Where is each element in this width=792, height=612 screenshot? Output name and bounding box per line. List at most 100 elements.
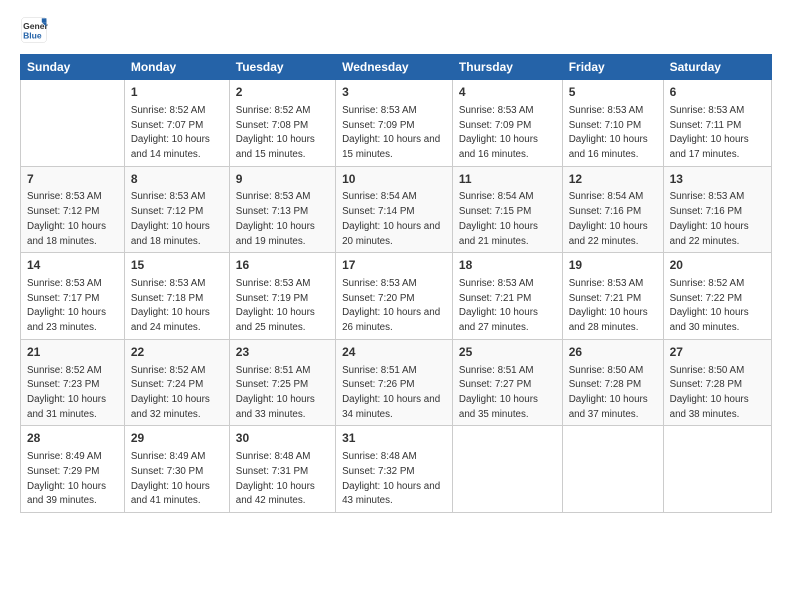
date-number: 27: [670, 344, 765, 361]
calendar-cell: 1Sunrise: 8:52 AMSunset: 7:07 PMDaylight…: [124, 80, 229, 167]
date-number: 21: [27, 344, 118, 361]
calendar-cell: 28 Sunrise: 8:49 AMSunset: 7:29 PMDayligh…: [21, 426, 125, 513]
cell-info: Sunrise: 8:52 AMSunset: 7:23 PMDaylight:…: [27, 365, 106, 420]
calendar-cell: 27 Sunrise: 8:50 AMSunset: 7:28 PMDayligh…: [663, 339, 771, 426]
week-row-3: 14 Sunrise: 8:53 AMSunset: 7:17 PMDayligh…: [21, 253, 772, 340]
date-number: 31: [342, 430, 446, 447]
week-row-5: 28 Sunrise: 8:49 AMSunset: 7:29 PMDayligh…: [21, 426, 772, 513]
cell-info: Sunrise: 8:53 AMSunset: 7:21 PMDaylight:…: [459, 278, 538, 333]
cell-info: Sunrise: 8:53 AMSunset: 7:12 PMDaylight:…: [131, 191, 210, 246]
cell-info: Sunrise: 8:53 AMSunset: 7:12 PMDaylight:…: [27, 191, 106, 246]
calendar-cell: 12 Sunrise: 8:54 AMSunset: 7:16 PMDayligh…: [562, 166, 663, 253]
calendar-cell: 31 Sunrise: 8:48 AMSunset: 7:32 PMDayligh…: [336, 426, 453, 513]
calendar-cell: 13Sunrise: 8:53 AMSunset: 7:16 PMDayligh…: [663, 166, 771, 253]
cell-info: Sunrise: 8:54 AMSunset: 7:16 PMDaylight:…: [569, 191, 648, 246]
week-row-1: 1Sunrise: 8:52 AMSunset: 7:07 PMDaylight…: [21, 80, 772, 167]
date-number: 24: [342, 344, 446, 361]
cell-info: Sunrise: 8:54 AMSunset: 7:15 PMDaylight:…: [459, 191, 538, 246]
date-number: 7: [27, 171, 118, 188]
cell-info: Sunrise: 8:49 AMSunset: 7:30 PMDaylight:…: [131, 451, 210, 506]
calendar-cell: [562, 426, 663, 513]
calendar-cell: [21, 80, 125, 167]
calendar-cell: 5Sunrise: 8:53 AMSunset: 7:10 PMDaylight…: [562, 80, 663, 167]
cell-info: Sunrise: 8:52 AMSunset: 7:22 PMDaylight:…: [670, 278, 749, 333]
date-number: 2: [236, 84, 329, 101]
calendar-cell: 18 Sunrise: 8:53 AMSunset: 7:21 PMDayligh…: [452, 253, 562, 340]
cell-info: Sunrise: 8:52 AMSunset: 7:24 PMDaylight:…: [131, 365, 210, 420]
calendar-cell: 17Sunrise: 8:53 AMSunset: 7:20 PMDayligh…: [336, 253, 453, 340]
logo-icon: General Blue: [20, 16, 48, 44]
date-number: 20: [670, 257, 765, 274]
date-number: 29: [131, 430, 223, 447]
svg-text:Blue: Blue: [23, 31, 42, 41]
date-number: 26: [569, 344, 657, 361]
calendar-cell: 23 Sunrise: 8:51 AMSunset: 7:25 PMDayligh…: [229, 339, 335, 426]
calendar-cell: 24 Sunrise: 8:51 AMSunset: 7:26 PMDayligh…: [336, 339, 453, 426]
date-number: 15: [131, 257, 223, 274]
date-number: 16: [236, 257, 329, 274]
date-number: 18: [459, 257, 556, 274]
date-number: 19: [569, 257, 657, 274]
calendar-cell: 7 Sunrise: 8:53 AMSunset: 7:12 PMDaylight…: [21, 166, 125, 253]
page-header: General Blue: [20, 16, 772, 44]
calendar-cell: 11Sunrise: 8:54 AMSunset: 7:15 PMDayligh…: [452, 166, 562, 253]
calendar-cell: 15 Sunrise: 8:53 AMSunset: 7:18 PMDayligh…: [124, 253, 229, 340]
date-number: 28: [27, 430, 118, 447]
logo: General Blue: [20, 16, 52, 44]
cell-info: Sunrise: 8:53 AMSunset: 7:13 PMDaylight:…: [236, 191, 315, 246]
cell-info: Sunrise: 8:50 AMSunset: 7:28 PMDaylight:…: [670, 365, 749, 420]
cell-info: Sunrise: 8:51 AMSunset: 7:26 PMDaylight:…: [342, 365, 440, 420]
cell-info: Sunrise: 8:51 AMSunset: 7:27 PMDaylight:…: [459, 365, 538, 420]
date-number: 6: [670, 84, 765, 101]
cell-info: Sunrise: 8:48 AMSunset: 7:31 PMDaylight:…: [236, 451, 315, 506]
cell-info: Sunrise: 8:53 AMSunset: 7:09 PMDaylight:…: [342, 105, 440, 160]
calendar-cell: [663, 426, 771, 513]
date-number: 25: [459, 344, 556, 361]
day-header-friday: Friday: [562, 55, 663, 80]
calendar-cell: 2 Sunrise: 8:52 AMSunset: 7:08 PMDaylight…: [229, 80, 335, 167]
cell-info: Sunrise: 8:52 AMSunset: 7:07 PMDaylight:…: [131, 105, 210, 160]
date-number: 12: [569, 171, 657, 188]
cell-info: Sunrise: 8:53 AMSunset: 7:17 PMDaylight:…: [27, 278, 106, 333]
cell-info: Sunrise: 8:52 AMSunset: 7:08 PMDaylight:…: [236, 105, 315, 160]
date-number: 30: [236, 430, 329, 447]
week-row-2: 7 Sunrise: 8:53 AMSunset: 7:12 PMDaylight…: [21, 166, 772, 253]
cell-info: Sunrise: 8:53 AMSunset: 7:11 PMDaylight:…: [670, 105, 749, 160]
calendar-cell: 14 Sunrise: 8:53 AMSunset: 7:17 PMDayligh…: [21, 253, 125, 340]
cell-info: Sunrise: 8:53 AMSunset: 7:21 PMDaylight:…: [569, 278, 648, 333]
date-number: 5: [569, 84, 657, 101]
week-row-4: 21 Sunrise: 8:52 AMSunset: 7:23 PMDayligh…: [21, 339, 772, 426]
cell-info: Sunrise: 8:50 AMSunset: 7:28 PMDaylight:…: [569, 365, 648, 420]
calendar-cell: 8 Sunrise: 8:53 AMSunset: 7:12 PMDaylight…: [124, 166, 229, 253]
date-number: 22: [131, 344, 223, 361]
calendar-cell: 3Sunrise: 8:53 AMSunset: 7:09 PMDaylight…: [336, 80, 453, 167]
header-row: SundayMondayTuesdayWednesdayThursdayFrid…: [21, 55, 772, 80]
day-header-wednesday: Wednesday: [336, 55, 453, 80]
date-number: 14: [27, 257, 118, 274]
calendar-cell: 21 Sunrise: 8:52 AMSunset: 7:23 PMDayligh…: [21, 339, 125, 426]
day-header-saturday: Saturday: [663, 55, 771, 80]
cell-info: Sunrise: 8:53 AMSunset: 7:09 PMDaylight:…: [459, 105, 538, 160]
day-header-monday: Monday: [124, 55, 229, 80]
calendar-cell: 19 Sunrise: 8:53 AMSunset: 7:21 PMDayligh…: [562, 253, 663, 340]
calendar-cell: 9 Sunrise: 8:53 AMSunset: 7:13 PMDaylight…: [229, 166, 335, 253]
date-number: 8: [131, 171, 223, 188]
calendar-cell: 20 Sunrise: 8:52 AMSunset: 7:22 PMDayligh…: [663, 253, 771, 340]
calendar-cell: 6 Sunrise: 8:53 AMSunset: 7:11 PMDaylight…: [663, 80, 771, 167]
date-number: 4: [459, 84, 556, 101]
cell-info: Sunrise: 8:51 AMSunset: 7:25 PMDaylight:…: [236, 365, 315, 420]
calendar-cell: 25 Sunrise: 8:51 AMSunset: 7:27 PMDayligh…: [452, 339, 562, 426]
cell-info: Sunrise: 8:53 AMSunset: 7:20 PMDaylight:…: [342, 278, 440, 333]
date-number: 23: [236, 344, 329, 361]
date-number: 10: [342, 171, 446, 188]
date-number: 9: [236, 171, 329, 188]
cell-info: Sunrise: 8:48 AMSunset: 7:32 PMDaylight:…: [342, 451, 440, 506]
day-header-sunday: Sunday: [21, 55, 125, 80]
cell-info: Sunrise: 8:53 AMSunset: 7:18 PMDaylight:…: [131, 278, 210, 333]
calendar-cell: 16Sunrise: 8:53 AMSunset: 7:19 PMDayligh…: [229, 253, 335, 340]
calendar-cell: 30 Sunrise: 8:48 AMSunset: 7:31 PMDayligh…: [229, 426, 335, 513]
calendar-table: SundayMondayTuesdayWednesdayThursdayFrid…: [20, 54, 772, 513]
cell-info: Sunrise: 8:49 AMSunset: 7:29 PMDaylight:…: [27, 451, 106, 506]
calendar-cell: 4 Sunrise: 8:53 AMSunset: 7:09 PMDaylight…: [452, 80, 562, 167]
cell-info: Sunrise: 8:53 AMSunset: 7:16 PMDaylight:…: [670, 191, 749, 246]
